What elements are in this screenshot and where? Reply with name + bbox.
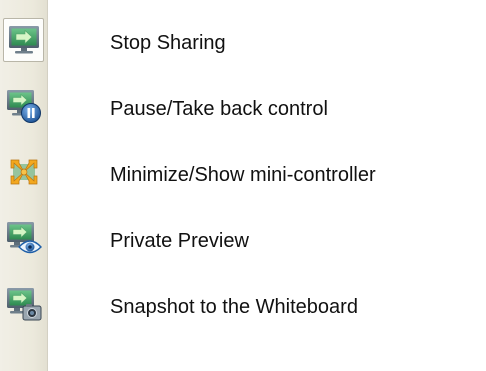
snapshot-whiteboard-label: Snapshot to the Whiteboard	[110, 296, 358, 318]
monitor-pause-icon	[6, 88, 42, 124]
pause-control-label: Pause/Take back control	[110, 98, 328, 120]
pause-control-button[interactable]	[3, 84, 44, 128]
monitor-eye-icon	[6, 220, 42, 256]
monitor-arrow-icon	[7, 23, 41, 57]
minimize-mini-controller-button[interactable]	[3, 150, 44, 194]
minimize-arrows-icon	[7, 155, 41, 189]
monitor-camera-icon	[6, 286, 42, 322]
minimize-mini-controller-label: Minimize/Show mini-controller	[110, 164, 376, 186]
snapshot-whiteboard-button[interactable]	[3, 282, 44, 326]
sharing-toolbar	[0, 0, 48, 371]
private-preview-button[interactable]	[3, 216, 44, 260]
stop-sharing-button[interactable]	[3, 18, 44, 62]
stop-sharing-label: Stop Sharing	[110, 32, 226, 54]
private-preview-label: Private Preview	[110, 230, 249, 252]
